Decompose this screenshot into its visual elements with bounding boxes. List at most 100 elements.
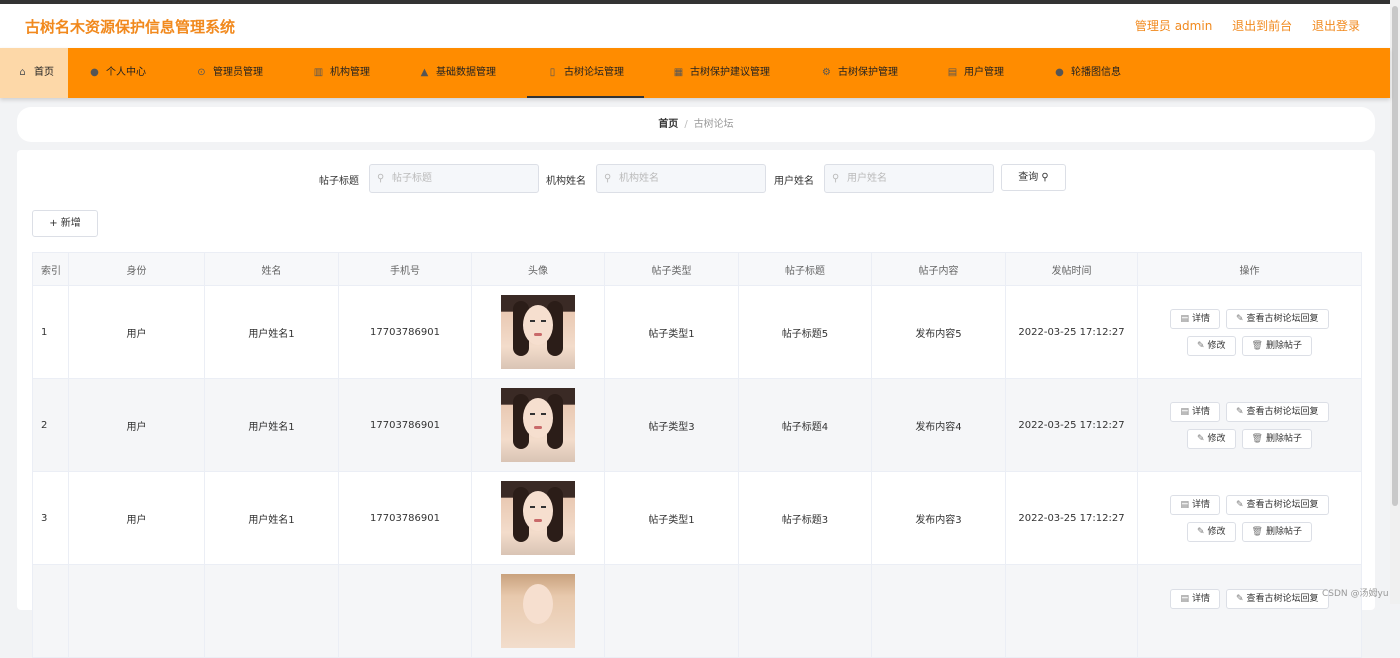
avatar-part [534,426,542,429]
cell-name: 用户姓名1 [204,285,339,379]
view-reply-label: 查看古树论坛回复 [1246,313,1319,324]
cell-avatar [471,471,605,565]
edit-button[interactable]: ✎ 修改 [1186,521,1236,542]
nav-item-personal-center[interactable]: ● 个人中心 [89,48,146,98]
cell-time: 2022-03-25 17:12:27 [1005,471,1138,565]
actions-row: ▤ 详情 ✎ 查看古树论坛回复 [1170,589,1329,609]
column-header[interactable]: 发帖时间 [1005,252,1138,286]
cell-role: 用户 [68,471,205,565]
scrollbar-thumb[interactable] [1392,6,1398,506]
view-reply-button[interactable]: ✎ 查看古树论坛回复 [1225,494,1329,515]
query-button[interactable]: 查询 ⚲ [1001,164,1066,191]
nav-item-home[interactable]: ⌂ 首页 [0,48,68,98]
document-icon: ▤ [1180,313,1189,324]
logout-link[interactable]: 退出登录 [1312,19,1360,33]
nav-item-basic-data[interactable]: ▲ 基础数据管理 [419,48,496,98]
nav-item-user-management[interactable]: ▤ 用户管理 [947,48,1004,98]
forum-table: 索引 身份 姓名 手机号 头像 帖子类型 帖子标题 帖子内容 发帖时间 操作 1… [32,252,1362,658]
query-label: 查询 [1018,172,1039,183]
nav-label: 轮播图信息 [1071,67,1121,78]
app-title: 古树名木资源保护信息管理系统 [25,18,236,36]
nav-item-org-management[interactable]: ▥ 机构管理 [313,48,370,98]
column-header[interactable]: 手机号 [338,252,472,286]
detail-label: 详情 [1191,594,1210,604]
actions-row: ✎ 修改 🗑 删除帖子 [1186,521,1312,542]
table-header-row: 索引 身份 姓名 手机号 头像 帖子类型 帖子标题 帖子内容 发帖时间 操作 [32,252,1362,286]
avatar[interactable] [501,388,575,462]
nav-item-protection-suggestion[interactable]: ▦ 古树保护建议管理 [673,48,770,98]
edit-label: 修改 [1207,433,1226,444]
column-header[interactable]: 索引 [32,252,69,286]
breadcrumb-home[interactable]: 首页 [658,119,678,130]
edit-icon: ✎ [1235,594,1244,604]
detail-label: 详情 [1191,499,1210,510]
admin-user-link[interactable]: 管理员 admin [1135,19,1212,33]
user-name-placeholder: 用户姓名 [847,173,887,184]
nav-item-admin-management[interactable]: ⊙ 管理员管理 [196,48,263,98]
avatar[interactable] [501,481,575,555]
detail-label: 详情 [1191,313,1210,324]
detail-button[interactable]: ▤ 详情 [1170,308,1220,329]
delete-post-button[interactable]: 🗑 删除帖子 [1241,428,1312,449]
detail-button[interactable]: ▤ 详情 [1170,589,1220,609]
post-title-input[interactable]: ⚲ 帖子标题 [369,164,539,193]
cell-actions: ▤ 详情 ✎ 查看古树论坛回复 ✎ 修改 🗑 删除帖子 [1137,285,1362,379]
table-row: 1 用户 用户姓名1 17703786901 帖子类型1 帖子标题5 发布内容5… [32,285,1362,379]
content-panel: 帖子标题 ⚲ 帖子标题 机构姓名 ⚲ 机构姓名 用户姓名 ⚲ 用户姓名 查询 ⚲ + … [17,150,1375,658]
edit-icon: ✎ [1196,340,1205,351]
main-nav: ⌂ 首页 ● 个人中心 ⊙ 管理员管理 ▥ 机构管理 ▲ 基础数据管理 ▯ 古树论坛管理 ▦… [0,48,1390,98]
delete-label: 删除帖子 [1265,340,1302,351]
edit-icon: ✎ [1235,406,1244,417]
column-header[interactable]: 姓名 [204,252,339,286]
avatar[interactable] [501,295,575,369]
detail-button[interactable]: ▤ 详情 [1170,494,1220,515]
column-header[interactable]: 头像 [471,252,605,286]
document-icon: ▤ [1180,499,1189,510]
column-header[interactable]: 帖子内容 [871,252,1006,286]
document-icon: ▤ [1180,594,1189,604]
delete-post-button[interactable]: 🗑 删除帖子 [1241,335,1312,356]
cell-phone: 17703786901 [338,378,472,472]
breadcrumb: 首页 / 古树论坛 [17,107,1375,142]
breadcrumb-separator: / [684,119,688,130]
grid-icon: ▦ [673,67,684,78]
actions-row: ✎ 修改 🗑 删除帖子 [1186,428,1312,449]
chart-icon: ▥ [313,67,324,78]
column-header[interactable]: 身份 [68,252,205,286]
add-button[interactable]: + 新增 [32,210,98,237]
delete-post-button[interactable]: 🗑 删除帖子 [1241,521,1312,542]
column-header[interactable]: 帖子类型 [604,252,739,286]
edit-button[interactable]: ✎ 修改 [1186,335,1236,356]
cell-title [738,564,872,658]
cell-content: 发布内容4 [871,378,1006,472]
org-name-input[interactable]: ⚲ 机构姓名 [596,164,766,193]
view-reply-button[interactable]: ✎ 查看古树论坛回复 [1225,401,1329,422]
header: 古树名木资源保护信息管理系统 管理员 admin 退出到前台 退出登录 [0,4,1390,48]
avatar-part [530,413,535,415]
page-scrollbar[interactable] [1390,0,1400,604]
org-name-label: 机构姓名 [546,176,586,187]
cell-phone [338,564,472,658]
cell-name: 用户姓名1 [204,471,339,565]
post-title-label: 帖子标题 [319,176,359,187]
nav-item-carousel[interactable]: ● 轮播图信息 [1054,48,1121,98]
detail-label: 详情 [1191,406,1210,417]
org-name-placeholder: 机构姓名 [619,173,659,184]
cell-title: 帖子标题3 [738,471,872,565]
cell-name [204,564,339,658]
table-row: 2 用户 用户姓名1 17703786901 帖子类型3 帖子标题4 发布内容4… [32,378,1362,472]
avatar[interactable] [501,574,575,648]
detail-button[interactable]: ▤ 详情 [1170,401,1220,422]
user-name-input[interactable]: ⚲ 用户姓名 [824,164,994,193]
nav-label: 首页 [34,67,54,78]
nav-label: 基础数据管理 [436,67,496,78]
cell-title: 帖子标题5 [738,285,872,379]
nav-item-forum-management[interactable]: ▯ 古树论坛管理 [527,48,644,98]
view-reply-button[interactable]: ✎ 查看古树论坛回复 [1225,589,1329,609]
nav-item-tree-protection[interactable]: ⚙ 古树保护管理 [821,48,898,98]
cell-type: 帖子类型1 [604,471,739,565]
back-to-frontend-link[interactable]: 退出到前台 [1232,19,1292,33]
column-header[interactable]: 帖子标题 [738,252,872,286]
view-reply-button[interactable]: ✎ 查看古树论坛回复 [1225,308,1329,329]
edit-button[interactable]: ✎ 修改 [1186,428,1236,449]
